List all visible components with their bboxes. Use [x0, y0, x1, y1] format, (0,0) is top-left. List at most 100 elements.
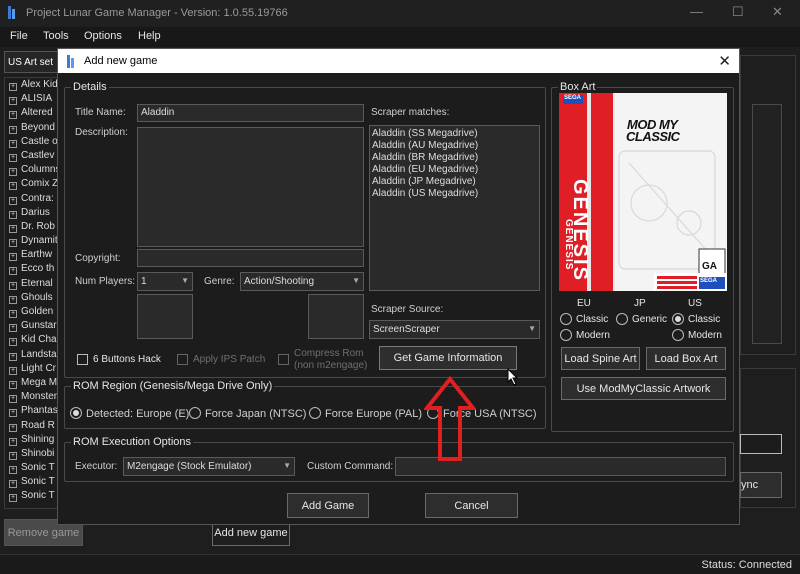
- expand-icon[interactable]: +: [9, 210, 17, 219]
- expand-icon[interactable]: +: [9, 480, 17, 489]
- load-spine-art-button[interactable]: Load Spine Art: [561, 347, 640, 370]
- eu-modern-radio[interactable]: [560, 329, 572, 341]
- menu-options[interactable]: Options: [84, 30, 122, 42]
- game-list-item[interactable]: + Landsta: [5, 348, 57, 362]
- compress-rom-checkbox[interactable]: [278, 354, 289, 365]
- scraper-match-item[interactable]: Aladdin (BR Megadrive): [372, 152, 537, 164]
- load-box-art-button[interactable]: Load Box Art: [646, 347, 726, 370]
- game-list-item[interactable]: + Castle o: [5, 135, 57, 149]
- cancel-button[interactable]: Cancel: [425, 493, 518, 518]
- game-list-item[interactable]: + Gunstar: [5, 319, 57, 333]
- copyright-input[interactable]: [137, 249, 364, 267]
- game-list-item[interactable]: + Castlev: [5, 149, 57, 163]
- expand-icon[interactable]: +: [9, 196, 17, 205]
- game-list-item[interactable]: + Sonic T: [5, 475, 57, 489]
- scraper-match-item[interactable]: Aladdin (SS Megadrive): [372, 128, 537, 140]
- num-players-select[interactable]: 1 ▼: [137, 272, 193, 291]
- expand-icon[interactable]: +: [9, 125, 17, 134]
- expand-icon[interactable]: +: [9, 224, 17, 233]
- game-list-item[interactable]: + Shining: [5, 433, 57, 447]
- region-europe-radio[interactable]: [309, 407, 321, 419]
- game-list-item[interactable]: + Eternal: [5, 277, 57, 291]
- game-list-item[interactable]: + Dynamit: [5, 234, 57, 248]
- scraper-match-item[interactable]: Aladdin (US Megadrive): [372, 188, 537, 200]
- expand-icon[interactable]: +: [9, 83, 17, 91]
- maximize-icon[interactable]: ☐: [732, 4, 744, 20]
- expand-icon[interactable]: +: [9, 310, 17, 318]
- game-list[interactable]: + Alex Kid + ALISIA + Altered + Beyond + Castle o…: [4, 77, 58, 509]
- expand-icon[interactable]: +: [9, 281, 17, 290]
- jp-generic-radio[interactable]: [616, 313, 628, 325]
- game-list-item[interactable]: + Beyond: [5, 121, 57, 135]
- game-list-item[interactable]: + ALISIA: [5, 92, 57, 106]
- game-list-item[interactable]: + Ghouls: [5, 291, 57, 305]
- game-list-item[interactable]: + Golden: [5, 305, 57, 319]
- use-modmyclassic-artwork-button[interactable]: Use ModMyClassic Artwork: [561, 377, 726, 400]
- expand-icon[interactable]: +: [9, 494, 17, 503]
- expand-icon[interactable]: +: [9, 239, 17, 248]
- description-input[interactable]: [137, 127, 364, 247]
- player-image-box[interactable]: [137, 294, 193, 339]
- expand-icon[interactable]: +: [9, 111, 17, 120]
- game-list-item[interactable]: + Sonic T: [5, 489, 57, 503]
- game-list-item[interactable]: + Ecco th: [5, 262, 57, 276]
- game-list-item[interactable]: + Altered: [5, 106, 57, 120]
- expand-icon[interactable]: +: [9, 451, 17, 460]
- game-list-item[interactable]: + Comix Z: [5, 177, 57, 191]
- game-list-item[interactable]: + Kid Cha: [5, 333, 57, 347]
- scraper-match-item[interactable]: Aladdin (AU Megadrive): [372, 140, 537, 152]
- minimize-icon[interactable]: —: [690, 4, 703, 19]
- expand-icon[interactable]: +: [9, 437, 17, 446]
- expand-icon[interactable]: +: [9, 409, 17, 418]
- game-list-item[interactable]: + Darius: [5, 206, 57, 220]
- six-buttons-checkbox[interactable]: [77, 354, 88, 365]
- eu-classic-radio[interactable]: [560, 313, 572, 325]
- expand-icon[interactable]: +: [9, 423, 17, 432]
- game-list-item[interactable]: + Road R: [5, 419, 57, 433]
- region-detected-radio[interactable]: [70, 407, 82, 419]
- art-set-selector[interactable]: US Art set: [4, 51, 59, 73]
- expand-icon[interactable]: +: [9, 267, 17, 276]
- expand-icon[interactable]: +: [9, 338, 17, 347]
- sync-button[interactable]: ync: [740, 472, 782, 498]
- expand-icon[interactable]: +: [9, 153, 17, 162]
- expand-icon[interactable]: +: [9, 324, 17, 333]
- expand-icon[interactable]: +: [9, 380, 17, 389]
- expand-icon[interactable]: +: [9, 352, 17, 361]
- scraper-match-item[interactable]: Aladdin (EU Megadrive): [372, 164, 537, 176]
- expand-icon[interactable]: +: [9, 366, 17, 375]
- us-modern-radio[interactable]: [672, 329, 684, 341]
- apply-ips-checkbox[interactable]: [177, 354, 188, 365]
- game-list-item[interactable]: + Dr. Rob: [5, 220, 57, 234]
- expand-icon[interactable]: +: [9, 466, 17, 475]
- game-list-item[interactable]: + Sonic T: [5, 461, 57, 475]
- expand-icon[interactable]: +: [9, 97, 17, 106]
- scraper-source-select[interactable]: ScreenScraper ▼: [369, 320, 540, 339]
- region-japan-radio[interactable]: [189, 407, 201, 419]
- game-list-item[interactable]: + Phantas: [5, 404, 57, 418]
- game-list-item[interactable]: + Monster: [5, 390, 57, 404]
- game-list-item[interactable]: + Earthw: [5, 248, 57, 262]
- scraper-match-item[interactable]: Aladdin (JP Megadrive): [372, 176, 537, 188]
- menu-help[interactable]: Help: [138, 30, 161, 42]
- expand-icon[interactable]: +: [9, 395, 17, 404]
- game-list-item[interactable]: + Light Cr: [5, 362, 57, 376]
- game-list-item[interactable]: + Shinobi: [5, 447, 57, 461]
- game-list-item[interactable]: + Alex Kid: [5, 78, 57, 92]
- genre-image-box[interactable]: [308, 294, 364, 339]
- close-icon[interactable]: ✕: [772, 4, 783, 20]
- expand-icon[interactable]: +: [9, 168, 17, 177]
- expand-icon[interactable]: +: [9, 139, 17, 148]
- game-list-item[interactable]: + Contra:: [5, 192, 57, 206]
- add-game-button[interactable]: Add Game: [287, 493, 369, 518]
- expand-icon[interactable]: +: [9, 182, 17, 191]
- expand-icon[interactable]: +: [9, 253, 17, 262]
- us-classic-radio[interactable]: [672, 313, 684, 325]
- executor-select[interactable]: M2engage (Stock Emulator) ▼: [123, 457, 295, 476]
- get-game-information-button[interactable]: Get Game Information: [379, 346, 517, 370]
- genre-select[interactable]: Action/Shooting ▼: [240, 272, 364, 291]
- title-name-input[interactable]: Aladdin: [137, 104, 364, 122]
- menu-file[interactable]: File: [10, 30, 28, 42]
- game-list-item[interactable]: + Mega M: [5, 376, 57, 390]
- dialog-close-icon[interactable]: ✕: [718, 52, 731, 70]
